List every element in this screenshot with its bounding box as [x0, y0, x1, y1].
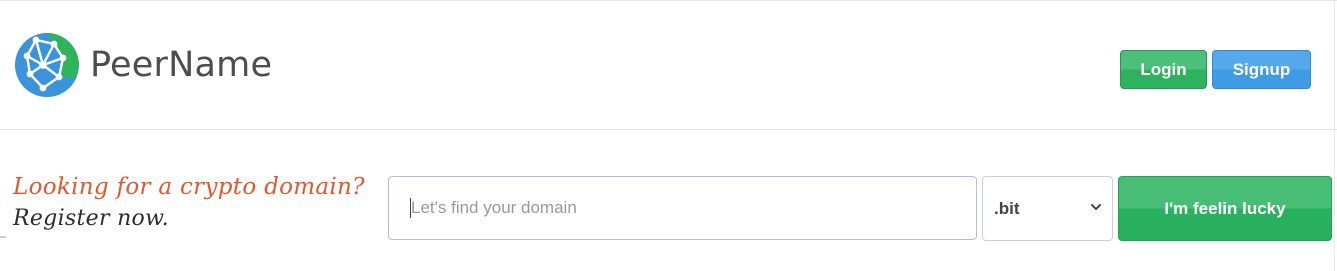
domain-search-input[interactable]: [388, 176, 977, 240]
brand-logo-link[interactable]: PeerName: [14, 31, 272, 99]
site-header: PeerName Login Signup: [0, 1, 1337, 130]
tld-selected-value: .bit: [994, 198, 1020, 218]
login-button[interactable]: Login: [1120, 50, 1207, 89]
globe-network-icon: [15, 33, 79, 97]
chevron-down-icon: [1091, 204, 1101, 210]
text-caret: [410, 198, 411, 218]
tld-select[interactable]: .bit: [982, 176, 1113, 241]
lucky-search-button[interactable]: I'm feelin lucky: [1118, 176, 1332, 241]
signup-button[interactable]: Signup: [1212, 50, 1311, 89]
edge-marker: [0, 236, 6, 238]
brand-name: PeerName: [90, 45, 273, 85]
tagline-primary: Looking for a crypto domain?: [13, 174, 365, 200]
tagline-secondary: Register now.: [13, 206, 169, 231]
hero-tagline: Looking for a crypto domain? Register no…: [13, 174, 365, 231]
